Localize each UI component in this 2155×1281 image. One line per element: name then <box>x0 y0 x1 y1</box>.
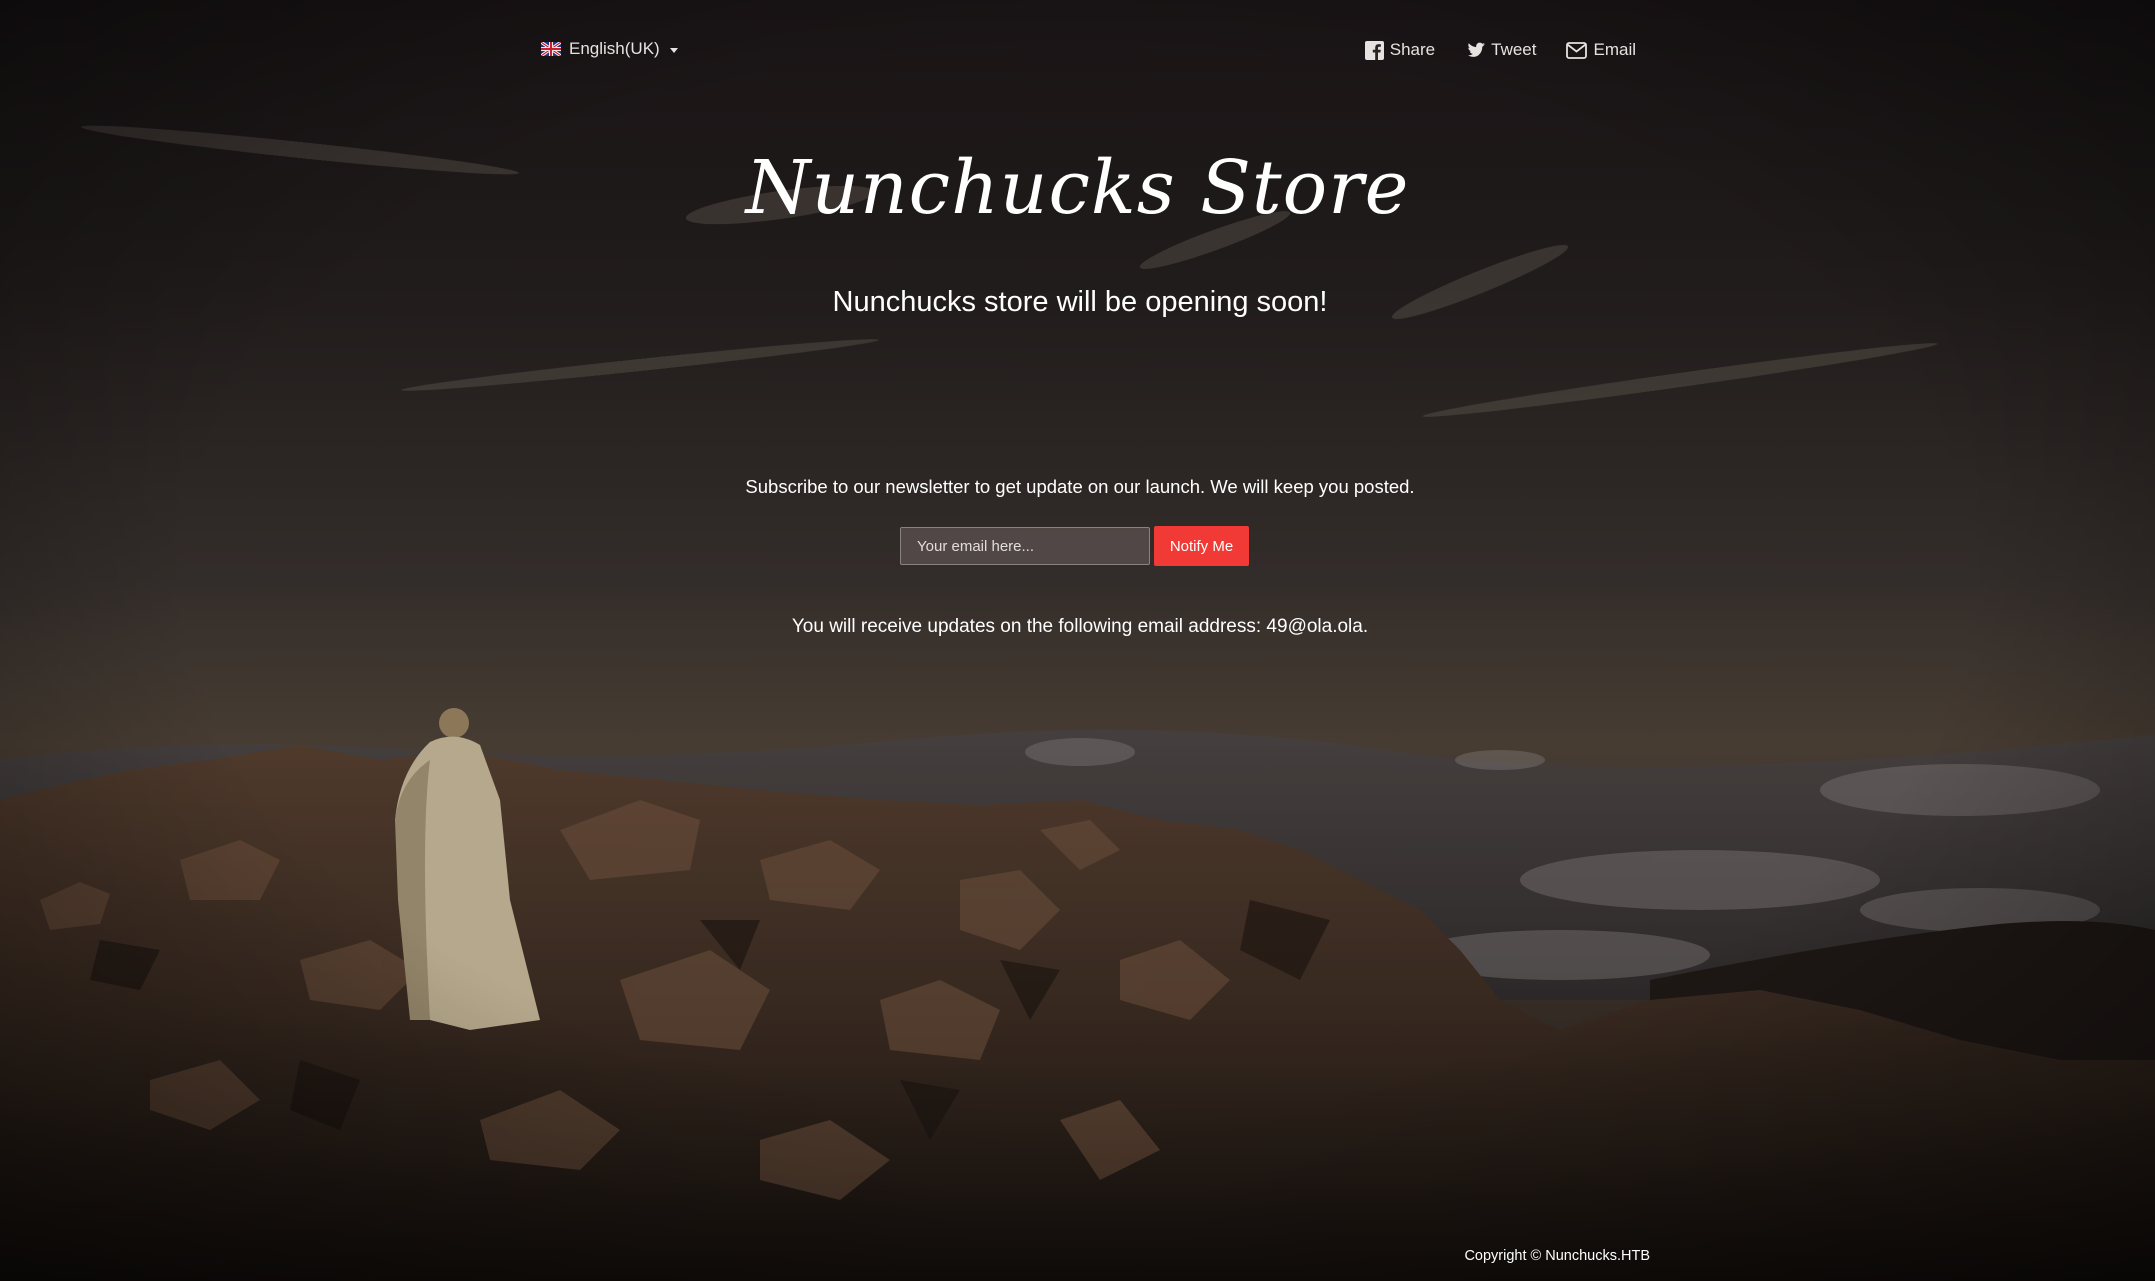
newsletter-form: Notify Me <box>900 526 1249 566</box>
language-label: English(UK) <box>569 39 660 58</box>
copyright-text: Copyright © Nunchucks.HTB <box>1464 1248 1650 1264</box>
page-subtitle: Nunchucks store will be opening soon! <box>832 286 1328 318</box>
newsletter-text: Subscribe to our newsletter to get updat… <box>745 476 1415 497</box>
uk-flag-icon <box>541 42 561 56</box>
email-link[interactable]: Email <box>1566 40 1636 60</box>
envelope-icon <box>1566 41 1588 59</box>
share-label: Share <box>1389 40 1436 59</box>
page-title: Nunchucks Store <box>745 145 1410 231</box>
email-input[interactable] <box>900 527 1150 565</box>
notify-me-button[interactable]: Notify Me <box>1154 526 1249 566</box>
tweet-link[interactable]: Tweet <box>1465 40 1536 60</box>
twitter-icon <box>1467 42 1486 57</box>
language-selector[interactable]: English(UK) <box>541 38 678 60</box>
email-label: Email <box>1593 40 1636 59</box>
confirmation-message: You will receive updates on the followin… <box>791 616 1369 637</box>
tweet-label: Tweet <box>1491 40 1537 59</box>
social-links: Share Tweet Email <box>1364 38 1636 62</box>
share-link[interactable]: Share <box>1364 40 1436 60</box>
facebook-icon <box>1364 40 1384 60</box>
chevron-down-icon <box>669 47 678 53</box>
